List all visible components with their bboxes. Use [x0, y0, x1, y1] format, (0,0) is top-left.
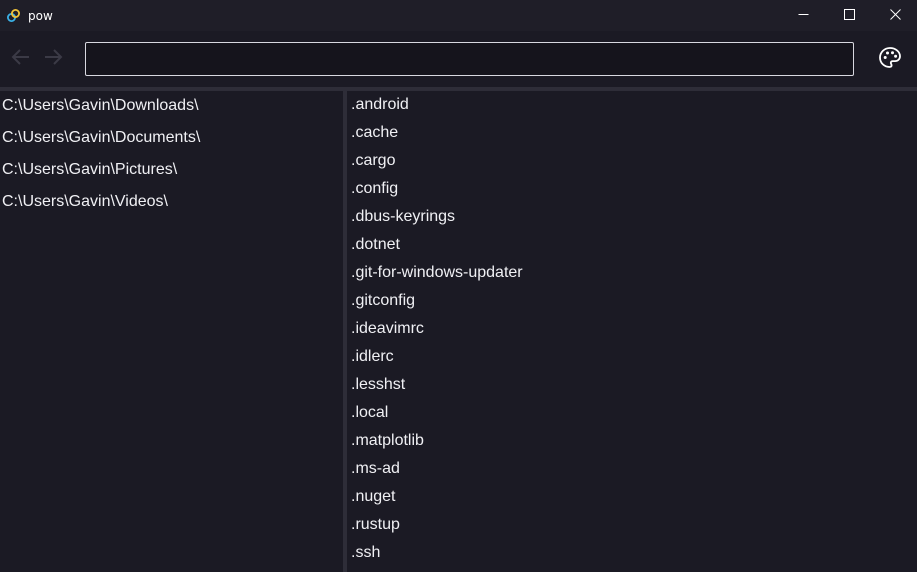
minimize-icon: [798, 7, 809, 25]
close-button[interactable]: [872, 0, 917, 31]
file-list-item[interactable]: .dbus-keyrings: [351, 208, 455, 232]
file-list-item[interactable]: .android: [351, 96, 409, 120]
path-input[interactable]: [85, 42, 854, 76]
maximize-icon: [843, 7, 855, 25]
quick-access-item[interactable]: C:\Users\Gavin\Downloads\: [2, 97, 199, 121]
file-list-item[interactable]: .ms-ad: [351, 460, 400, 484]
palette-icon: [878, 46, 902, 75]
title-bar: pow: [0, 0, 917, 31]
file-list-item[interactable]: .lesshst: [351, 376, 405, 400]
file-list-item[interactable]: .local: [351, 404, 388, 428]
forward-button[interactable]: [42, 48, 64, 70]
file-list-item[interactable]: .idlerc: [351, 348, 394, 372]
theme-button[interactable]: [877, 46, 903, 75]
file-list-pane: .android .cache .cargo .config .dbus-key…: [347, 91, 917, 572]
file-list-item[interactable]: .ideavimrc: [351, 320, 424, 344]
file-list-item[interactable]: .config: [351, 180, 398, 204]
close-icon: [889, 7, 901, 25]
arrow-right-icon: [43, 48, 63, 70]
quick-access-item[interactable]: C:\Users\Gavin\Documents\: [2, 129, 200, 153]
app-link-icon: [6, 8, 21, 23]
maximize-button[interactable]: [826, 0, 872, 31]
toolbar: [0, 31, 917, 87]
back-button[interactable]: [10, 48, 32, 70]
file-list-item[interactable]: .rustup: [351, 516, 400, 540]
file-list-item[interactable]: .gitconfig: [351, 292, 415, 316]
file-list-item[interactable]: .matplotlib: [351, 432, 424, 456]
quick-access-pane: C:\Users\Gavin\Downloads\ C:\Users\Gavin…: [0, 91, 343, 572]
app-window: pow C:\Users\Gavin\Downloads\ C:\Users\G…: [0, 0, 917, 572]
file-list-item[interactable]: .ssh: [351, 544, 380, 568]
minimize-button[interactable]: [780, 0, 826, 31]
file-list-item[interactable]: .cargo: [351, 152, 395, 176]
quick-access-item[interactable]: C:\Users\Gavin\Videos\: [2, 193, 168, 217]
file-list-item[interactable]: .cache: [351, 124, 398, 148]
file-list-item[interactable]: .nuget: [351, 488, 395, 512]
arrow-left-icon: [11, 48, 31, 70]
window-title: pow: [28, 9, 53, 23]
file-list-item[interactable]: .git-for-windows-updater: [351, 264, 523, 288]
quick-access-item[interactable]: C:\Users\Gavin\Pictures\: [2, 161, 177, 185]
file-list-item[interactable]: .dotnet: [351, 236, 400, 260]
